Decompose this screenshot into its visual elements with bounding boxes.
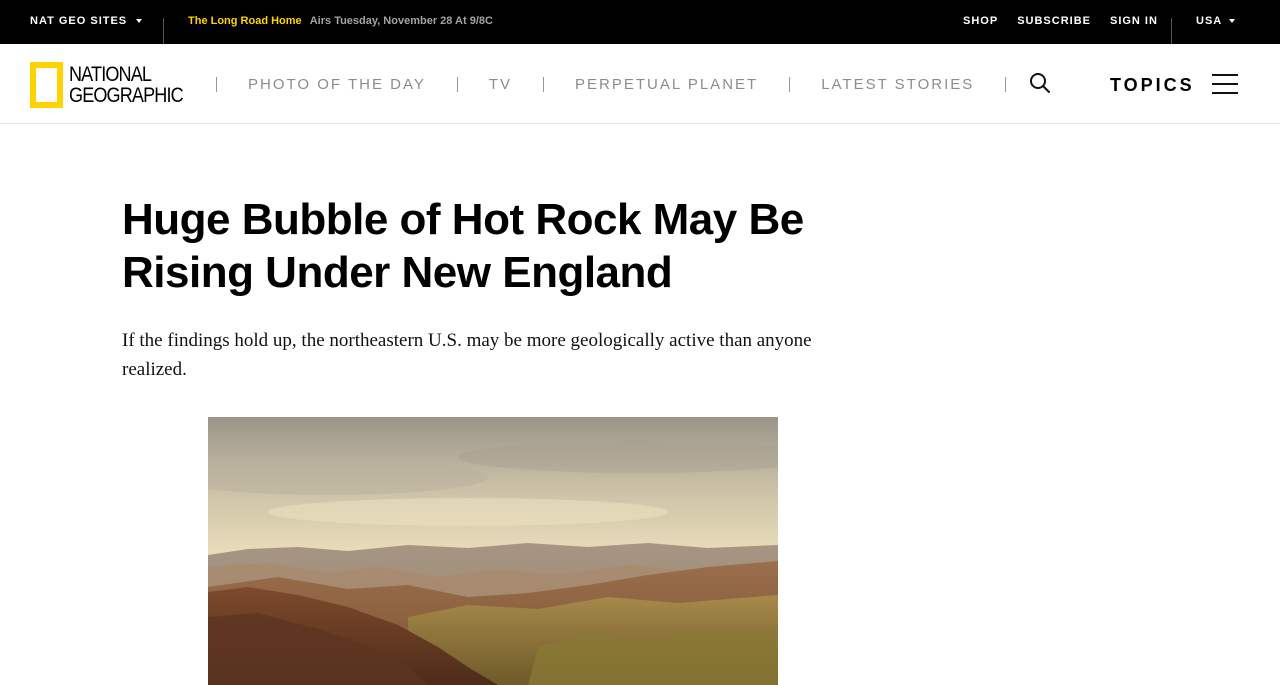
region-label: USA: [1196, 15, 1223, 27]
promo-airtime: Airs Tuesday, November 28 At 9/8C: [309, 15, 493, 27]
mountain-landscape-image: [208, 417, 778, 685]
chevron-down-icon: [136, 19, 143, 23]
nav-photo-of-the-day[interactable]: PHOTO OF THE DAY: [217, 76, 457, 93]
search-button[interactable]: [1028, 71, 1052, 95]
logo-wordmark: NATIONAL GEOGRAPHIC: [69, 63, 184, 107]
menu-bar: [1212, 92, 1238, 94]
topics-button[interactable]: TOPICS: [1110, 75, 1195, 96]
logo-line-2: GEOGRAPHIC: [69, 84, 184, 107]
divider: [1171, 18, 1172, 44]
hero-image: [208, 417, 778, 685]
promo-title-link[interactable]: The Long Road Home: [188, 15, 302, 27]
article-headline: Huge Bubble of Hot Rock May Be Rising Un…: [122, 195, 804, 297]
nav-latest-stories[interactable]: LATEST STORIES: [790, 76, 1005, 93]
main-navigation: NATIONAL GEOGRAPHIC PHOTO OF THE DAY TV …: [0, 44, 1280, 124]
utility-bar: NAT GEO SITES The Long Road Home Airs Tu…: [0, 0, 1280, 44]
article-dek: If the findings hold up, the northeaster…: [122, 330, 812, 380]
divider: [163, 18, 164, 44]
primary-nav-links: PHOTO OF THE DAY TV PERPETUAL PLANET LAT…: [216, 76, 1007, 93]
nat-geo-sites-dropdown[interactable]: NAT GEO SITES: [30, 15, 143, 27]
search-icon: [1030, 73, 1050, 93]
sign-in-link[interactable]: SIGN IN: [1110, 15, 1158, 27]
national-geographic-logo[interactable]: NATIONAL GEOGRAPHIC: [30, 62, 201, 108]
nav-divider: [1005, 77, 1007, 92]
menu-bar: [1212, 83, 1238, 85]
tv-promo: The Long Road Home Airs Tuesday, Novembe…: [188, 15, 493, 27]
shop-link[interactable]: SHOP: [963, 15, 998, 27]
subscribe-link[interactable]: SUBSCRIBE: [1017, 15, 1091, 27]
nav-tv[interactable]: TV: [458, 76, 543, 93]
nat-geo-sites-label: NAT GEO SITES: [30, 15, 128, 27]
nav-perpetual-planet[interactable]: PERPETUAL PLANET: [544, 76, 789, 93]
region-selector[interactable]: USA: [1196, 15, 1236, 27]
utility-links: SHOP SUBSCRIBE SIGN IN: [963, 15, 1158, 27]
logo-line-1: NATIONAL: [69, 63, 152, 86]
chevron-down-icon: [1229, 19, 1236, 23]
yellow-border-icon: [30, 62, 63, 108]
hamburger-menu-icon[interactable]: [1212, 74, 1238, 94]
menu-bar: [1212, 74, 1238, 76]
